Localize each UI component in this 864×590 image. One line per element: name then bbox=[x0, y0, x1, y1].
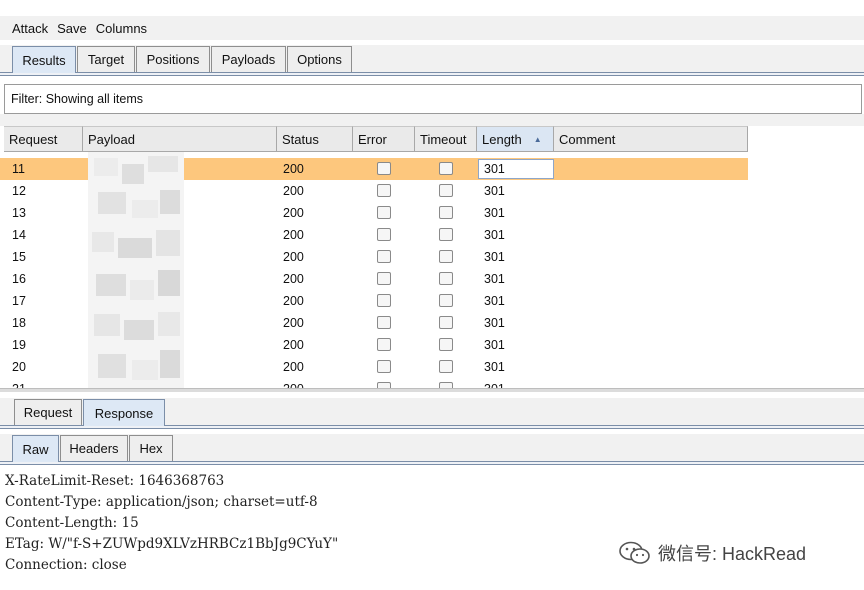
top-margin bbox=[0, 0, 864, 16]
watermark-text: 微信号: HackRead bbox=[658, 544, 807, 564]
timeout-checkbox[interactable] bbox=[439, 250, 453, 263]
cell-request: 17 bbox=[12, 294, 26, 308]
spacer bbox=[0, 114, 864, 126]
col-header-payload[interactable]: Payload bbox=[83, 126, 277, 152]
menu-save[interactable]: Save bbox=[57, 21, 87, 36]
menu-attack[interactable]: Attack bbox=[12, 21, 48, 36]
error-checkbox[interactable] bbox=[377, 250, 391, 263]
cell-status: 200 bbox=[283, 250, 304, 264]
col-header-comment[interactable]: Comment bbox=[554, 126, 748, 152]
cell-request: 13 bbox=[12, 206, 26, 220]
cell-status: 200 bbox=[283, 316, 304, 330]
cell-status: 200 bbox=[283, 272, 304, 286]
cell-request: 15 bbox=[12, 250, 26, 264]
cell-request: 19 bbox=[12, 338, 26, 352]
redacted-payload-area bbox=[88, 152, 184, 388]
cell-length: 301 bbox=[484, 228, 505, 242]
cell-request: 21 bbox=[12, 378, 26, 388]
sort-ascending-icon: ▲ bbox=[533, 134, 542, 144]
tab-underline bbox=[0, 72, 864, 76]
cell-status: 200 bbox=[283, 378, 304, 388]
cell-request: 12 bbox=[12, 184, 26, 198]
cell-request: 11 bbox=[12, 162, 25, 176]
response-body[interactable]: X-RateLimit-Reset: 1646368763 Content-Ty… bbox=[0, 468, 864, 590]
cell-request: 14 bbox=[12, 228, 26, 242]
cell-status: 200 bbox=[283, 360, 304, 374]
watermark: 微信号: HackRead bbox=[618, 540, 806, 566]
error-checkbox[interactable] bbox=[377, 316, 391, 329]
cell-length: 301 bbox=[484, 338, 505, 352]
view-tab-bar: Raw Headers Hex bbox=[0, 434, 864, 465]
tab-raw[interactable]: Raw bbox=[12, 435, 59, 462]
cell-length: 301 bbox=[484, 184, 505, 198]
response-line: Connection: close bbox=[5, 557, 127, 573]
response-line: X-RateLimit-Reset: 1646368763 bbox=[5, 473, 225, 489]
timeout-checkbox[interactable] bbox=[439, 206, 453, 219]
wechat-icon bbox=[619, 541, 650, 564]
cell-length: 301 bbox=[484, 316, 505, 330]
tab-request[interactable]: Request bbox=[14, 399, 82, 425]
tab-results[interactable]: Results bbox=[12, 46, 76, 73]
cell-status: 200 bbox=[283, 184, 304, 198]
timeout-checkbox[interactable] bbox=[439, 316, 453, 329]
cell-status: 200 bbox=[283, 338, 304, 352]
cell-status: 200 bbox=[283, 206, 304, 220]
tab-payloads[interactable]: Payloads bbox=[211, 46, 286, 72]
response-line: Content-Length: 15 bbox=[5, 515, 139, 531]
filter-bar[interactable]: Filter: Showing all items bbox=[4, 84, 862, 114]
cell-length: 301 bbox=[484, 206, 505, 220]
response-line: ETag: W/"f-S+ZUWpd9XLVzHRBCz1BbJg9CYuY" bbox=[5, 536, 339, 552]
timeout-checkbox[interactable] bbox=[439, 360, 453, 373]
col-header-length[interactable]: Length ▲ bbox=[477, 126, 554, 152]
results-table: Request Payload Status Error Timeout Len… bbox=[0, 126, 864, 388]
tab-target[interactable]: Target bbox=[77, 46, 135, 72]
menu-bar: Attack Save Columns bbox=[0, 16, 864, 40]
cell-length: 301 bbox=[484, 250, 505, 264]
detail-tab-bar: Request Response bbox=[0, 398, 864, 429]
error-checkbox[interactable] bbox=[377, 360, 391, 373]
timeout-checkbox[interactable] bbox=[439, 184, 453, 197]
error-checkbox[interactable] bbox=[377, 162, 391, 175]
error-checkbox[interactable] bbox=[377, 272, 391, 285]
tab-headers[interactable]: Headers bbox=[60, 435, 128, 461]
cell-request: 16 bbox=[12, 272, 26, 286]
response-line: Content-Type: application/json; charset=… bbox=[5, 494, 318, 510]
cell-length: 301 bbox=[484, 272, 505, 286]
pane-divider[interactable] bbox=[0, 388, 864, 392]
tab-options[interactable]: Options bbox=[287, 46, 352, 72]
tab-hex[interactable]: Hex bbox=[129, 435, 173, 461]
col-header-length-label: Length bbox=[482, 131, 522, 147]
tab-positions[interactable]: Positions bbox=[136, 46, 210, 72]
cell-length: 301 bbox=[484, 294, 505, 308]
error-checkbox[interactable] bbox=[377, 294, 391, 307]
col-header-timeout[interactable]: Timeout bbox=[415, 126, 477, 152]
cell-length: 301 bbox=[484, 360, 505, 374]
filter-text: Filter: Showing all items bbox=[11, 92, 143, 106]
menu-columns[interactable]: Columns bbox=[96, 21, 147, 36]
cell-request: 20 bbox=[12, 360, 26, 374]
cell-request: 18 bbox=[12, 316, 26, 330]
error-checkbox[interactable] bbox=[377, 228, 391, 241]
col-header-request[interactable]: Request bbox=[4, 126, 83, 152]
tab-response[interactable]: Response bbox=[83, 399, 165, 426]
cell-status: 200 bbox=[283, 228, 304, 242]
tab-underline bbox=[0, 461, 864, 465]
main-tab-bar: Results Target Positions Payloads Option… bbox=[0, 45, 864, 76]
cell-length: 301 bbox=[484, 162, 505, 176]
error-checkbox[interactable] bbox=[377, 206, 391, 219]
error-checkbox[interactable] bbox=[377, 338, 391, 351]
timeout-checkbox[interactable] bbox=[439, 272, 453, 285]
timeout-checkbox[interactable] bbox=[439, 294, 453, 307]
col-header-status[interactable]: Status bbox=[277, 126, 353, 152]
timeout-checkbox[interactable] bbox=[439, 162, 453, 175]
cell-length: 301 bbox=[484, 378, 505, 388]
col-header-error[interactable]: Error bbox=[353, 126, 415, 152]
timeout-checkbox[interactable] bbox=[439, 338, 453, 351]
timeout-checkbox[interactable] bbox=[439, 228, 453, 241]
error-checkbox[interactable] bbox=[377, 184, 391, 197]
cell-status: 200 bbox=[283, 162, 304, 176]
cell-status: 200 bbox=[283, 294, 304, 308]
